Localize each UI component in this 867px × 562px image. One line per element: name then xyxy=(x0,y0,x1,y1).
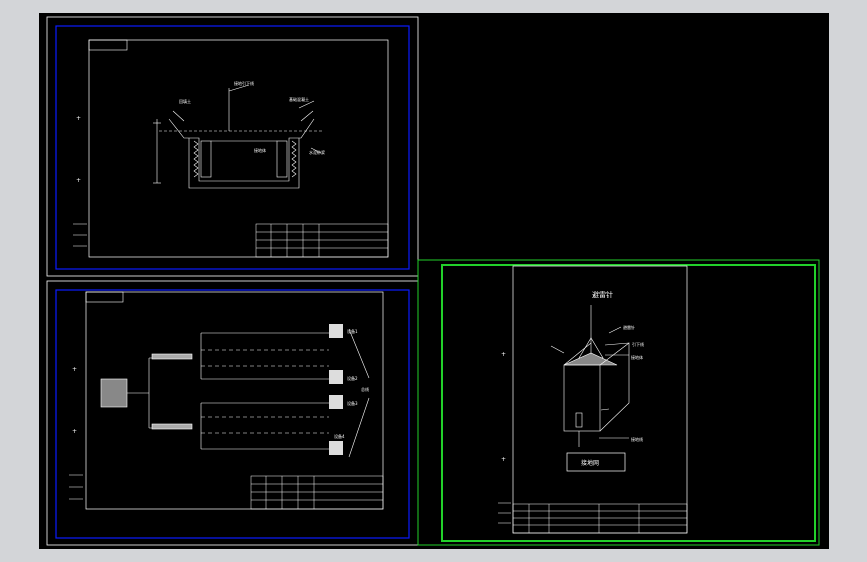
device-1-label: 设备1 xyxy=(347,328,358,334)
corner-tag xyxy=(85,291,124,303)
crosshair-marker: + xyxy=(76,177,81,184)
device-3-icon xyxy=(329,395,343,409)
ground-grid-label: 接地网 xyxy=(581,459,599,467)
viewport-border-blue xyxy=(55,25,410,270)
device-2-label: 设备2 xyxy=(347,375,358,381)
viewport-border-blue xyxy=(55,289,410,539)
crosshair-marker: + xyxy=(72,366,77,373)
label-ground-body: 接地体 xyxy=(254,147,266,153)
device-4-icon xyxy=(329,441,343,455)
title-block xyxy=(255,223,389,258)
sheet-foundation[interactable]: + + 接地引下线 回填土 基础混凝土 接地体 水泥砂浆 xyxy=(46,16,419,277)
viewport-border-green xyxy=(441,264,816,542)
label-ground-body: 接地体 xyxy=(631,354,643,360)
revision-marks xyxy=(498,502,511,524)
drawing-title: 避雷针 xyxy=(592,290,613,299)
crosshair-marker: + xyxy=(72,428,77,435)
label-ground-wire: 接地线 xyxy=(631,436,643,442)
sheet-border-active xyxy=(417,259,820,546)
device-3-label: 设备3 xyxy=(347,400,358,406)
drawing-viewport[interactable]: + + 接地引下线 回填土 基础混凝土 接地体 水泥砂浆 + + 设备1 设备2… xyxy=(39,13,829,549)
label-down-conductor: 引下线 xyxy=(632,341,644,347)
label-rod: 避雷针 xyxy=(623,324,635,330)
title-block xyxy=(512,503,688,534)
sheet-system[interactable]: + + 设备1 设备2 设备3 设备4 总线 xyxy=(46,280,419,546)
label-concrete: 基础混凝土 xyxy=(289,96,309,102)
label-backfill: 回填土 xyxy=(179,98,191,104)
crosshair-marker: + xyxy=(501,456,506,463)
drawing-frame xyxy=(88,39,389,258)
sheet-border xyxy=(46,280,419,546)
revision-marks xyxy=(69,474,83,500)
crosshair-marker: + xyxy=(76,115,81,122)
lightning-rod-drawing xyxy=(550,305,630,447)
corner-tag xyxy=(88,39,128,51)
device-1-icon xyxy=(329,324,343,338)
device-2-icon xyxy=(329,370,343,384)
title-block xyxy=(250,475,384,510)
bus-label: 总线 xyxy=(361,386,369,392)
sheet-lightning[interactable]: + + 避雷针 避雷针 引下线 接地体 接地线 接地网 xyxy=(417,259,820,546)
label-ground-lead: 接地引下线 xyxy=(234,80,254,86)
revision-marks xyxy=(73,223,87,247)
label-mortar: 水泥砂浆 xyxy=(309,149,325,155)
sheet-border xyxy=(46,16,419,277)
crosshair-marker: + xyxy=(501,351,506,358)
drawing-canvas: + + 接地引下线 回填土 基础混凝土 接地体 水泥砂浆 + + 设备1 设备2… xyxy=(46,16,820,546)
device-4-label: 设备4 xyxy=(334,433,345,439)
system-diagram xyxy=(100,328,370,458)
